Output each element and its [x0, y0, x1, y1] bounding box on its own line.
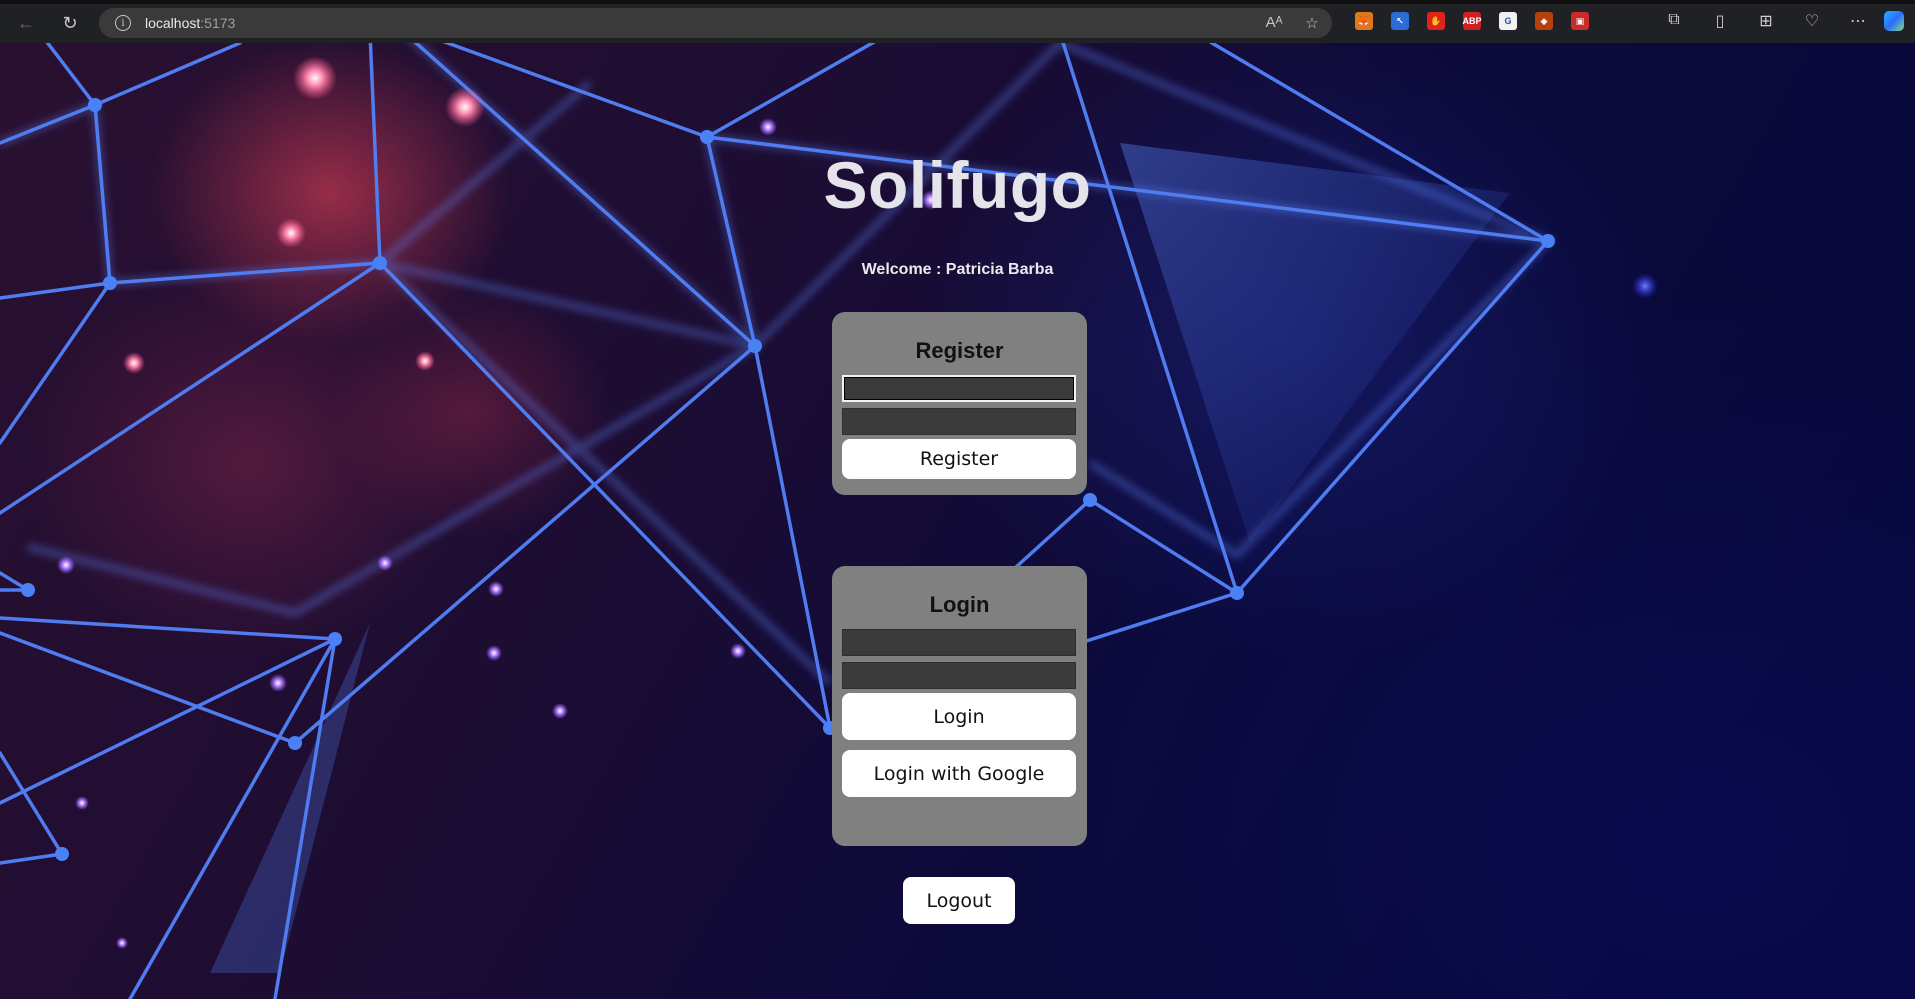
- address-url[interactable]: localhost:5173: [145, 15, 235, 31]
- logout-button[interactable]: Logout: [903, 877, 1015, 924]
- login-button[interactable]: Login: [842, 693, 1076, 740]
- extensions-bar: 🦊 ↖ ✋ ABP G ◆ ▣: [1355, 12, 1589, 30]
- login-password-input[interactable]: [842, 662, 1076, 689]
- browser-tools: ⧉ ▯ ⊞ ♡ ⋯: [1664, 11, 1868, 31]
- adblock-plus-icon[interactable]: ABP: [1463, 12, 1482, 30]
- back-icon[interactable]: ←: [12, 10, 40, 36]
- more-menu-icon[interactable]: ⋯: [1848, 11, 1868, 31]
- cursor-extension-icon[interactable]: ↖: [1391, 12, 1409, 30]
- tab-strip-edge: [0, 0, 1915, 4]
- favorite-star-icon[interactable]: ☆: [1302, 14, 1322, 32]
- background-triangle: [210, 623, 370, 973]
- split-screen-icon[interactable]: ▯: [1710, 11, 1730, 31]
- login-with-google-button[interactable]: Login with Google: [842, 750, 1076, 797]
- welcome-message: Welcome : Patricia Barba: [861, 261, 1054, 278]
- fox-extension-icon[interactable]: ◆: [1535, 12, 1553, 30]
- login-email-input[interactable]: [842, 629, 1076, 656]
- url-port: :5173: [200, 15, 236, 31]
- login-heading: Login: [929, 592, 990, 617]
- register-heading: Register: [915, 338, 1004, 363]
- register-password-input[interactable]: [842, 408, 1076, 435]
- site-info-icon[interactable]: i: [115, 15, 131, 31]
- address-bar[interactable]: i localhost:5173 Aᴬ ☆: [99, 8, 1332, 38]
- browser-essentials-icon[interactable]: ♡: [1802, 11, 1822, 31]
- register-card: Register Register: [832, 312, 1087, 495]
- read-aloud-icon[interactable]: Aᴬ: [1264, 14, 1284, 32]
- reload-icon[interactable]: ↻: [56, 10, 84, 36]
- extensions-icon[interactable]: ⧉: [1664, 11, 1684, 31]
- collections-icon[interactable]: ⊞: [1756, 11, 1776, 31]
- app-title: Solifugo: [823, 148, 1092, 222]
- page-viewport: Solifugo Welcome : Patricia Barba Regist…: [0, 43, 1915, 999]
- login-card: Login Login Login with Google: [832, 566, 1087, 846]
- register-button[interactable]: Register: [842, 439, 1076, 479]
- grammar-extension-icon[interactable]: G: [1499, 12, 1517, 30]
- puzzle-red-extension-icon[interactable]: ▣: [1571, 12, 1589, 30]
- register-email-input[interactable]: [842, 375, 1076, 402]
- copilot-icon[interactable]: [1884, 11, 1904, 31]
- url-host: localhost: [145, 15, 201, 31]
- metamask-extension-icon[interactable]: 🦊: [1355, 12, 1373, 30]
- stop-extension-icon[interactable]: ✋: [1427, 12, 1445, 30]
- browser-toolbar: ← ↻ i localhost:5173 Aᴬ ☆ 🦊 ↖ ✋ ABP G ◆ ▣ ⧉ ▯ …: [0, 0, 1915, 44]
